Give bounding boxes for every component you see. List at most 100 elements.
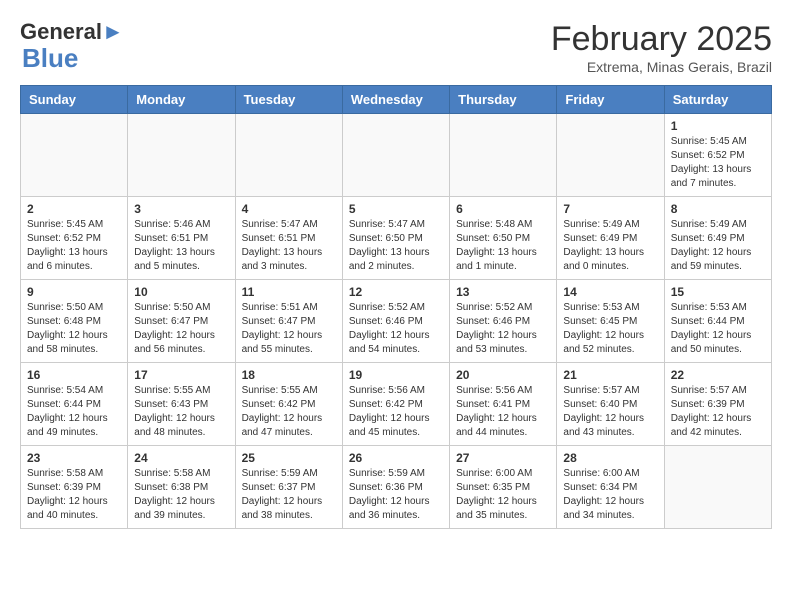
day-info: Sunrise: 5:45 AM Sunset: 6:52 PM Dayligh… — [671, 135, 765, 191]
day-info: Sunrise: 5:51 AM Sunset: 6:47 PM Dayligh… — [242, 301, 336, 357]
day-cell: 9 Sunrise: 5:50 AM Sunset: 6:48 PM Daylig… — [21, 280, 128, 363]
day-number: 25 — [242, 451, 336, 465]
header-tuesday: Tuesday — [235, 86, 342, 114]
week-row-1: 1 Sunrise: 5:45 AM Sunset: 6:52 PM Daylig… — [21, 114, 772, 197]
day-info: Sunrise: 5:56 AM Sunset: 6:42 PM Dayligh… — [349, 384, 443, 440]
logo-text: General► — [20, 20, 124, 44]
day-info: Sunrise: 5:52 AM Sunset: 6:46 PM Dayligh… — [349, 301, 443, 357]
day-number: 18 — [242, 368, 336, 382]
calendar-table: SundayMondayTuesdayWednesdayThursdayFrid… — [20, 85, 772, 529]
day-number: 1 — [671, 119, 765, 133]
day-number: 3 — [134, 202, 228, 216]
day-cell — [235, 114, 342, 197]
day-number: 21 — [563, 368, 657, 382]
day-cell: 4 Sunrise: 5:47 AM Sunset: 6:51 PM Daylig… — [235, 197, 342, 280]
week-row-3: 9 Sunrise: 5:50 AM Sunset: 6:48 PM Daylig… — [21, 280, 772, 363]
day-cell: 3 Sunrise: 5:46 AM Sunset: 6:51 PM Daylig… — [128, 197, 235, 280]
header-thursday: Thursday — [450, 86, 557, 114]
day-cell: 11 Sunrise: 5:51 AM Sunset: 6:47 PM Dayli… — [235, 280, 342, 363]
day-info: Sunrise: 5:58 AM Sunset: 6:38 PM Dayligh… — [134, 467, 228, 523]
day-info: Sunrise: 5:46 AM Sunset: 6:51 PM Dayligh… — [134, 218, 228, 274]
day-number: 20 — [456, 368, 550, 382]
day-info: Sunrise: 6:00 AM Sunset: 6:34 PM Dayligh… — [563, 467, 657, 523]
day-info: Sunrise: 5:50 AM Sunset: 6:47 PM Dayligh… — [134, 301, 228, 357]
day-cell — [664, 446, 771, 529]
header-wednesday: Wednesday — [342, 86, 449, 114]
week-row-5: 23 Sunrise: 5:58 AM Sunset: 6:39 PM Dayli… — [21, 446, 772, 529]
day-number: 9 — [27, 285, 121, 299]
day-info: Sunrise: 5:54 AM Sunset: 6:44 PM Dayligh… — [27, 384, 121, 440]
day-cell: 18 Sunrise: 5:55 AM Sunset: 6:42 PM Dayli… — [235, 363, 342, 446]
day-number: 5 — [349, 202, 443, 216]
day-cell: 20 Sunrise: 5:56 AM Sunset: 6:41 PM Dayli… — [450, 363, 557, 446]
day-cell: 17 Sunrise: 5:55 AM Sunset: 6:43 PM Dayli… — [128, 363, 235, 446]
page-header: General► Blue February 2025 Extrema, Min… — [20, 20, 772, 75]
day-number: 12 — [349, 285, 443, 299]
day-cell: 1 Sunrise: 5:45 AM Sunset: 6:52 PM Daylig… — [664, 114, 771, 197]
day-info: Sunrise: 5:49 AM Sunset: 6:49 PM Dayligh… — [671, 218, 765, 274]
day-info: Sunrise: 5:53 AM Sunset: 6:44 PM Dayligh… — [671, 301, 765, 357]
day-info: Sunrise: 5:55 AM Sunset: 6:42 PM Dayligh… — [242, 384, 336, 440]
day-info: Sunrise: 5:57 AM Sunset: 6:39 PM Dayligh… — [671, 384, 765, 440]
day-cell: 14Sunrise: 5:53 AM Sunset: 6:45 PM Dayli… — [557, 280, 664, 363]
day-cell: 24 Sunrise: 5:58 AM Sunset: 6:38 PM Dayli… — [128, 446, 235, 529]
day-cell: 21 Sunrise: 5:57 AM Sunset: 6:40 PM Dayli… — [557, 363, 664, 446]
day-cell: 13Sunrise: 5:52 AM Sunset: 6:46 PM Dayli… — [450, 280, 557, 363]
day-number: 24 — [134, 451, 228, 465]
day-info: Sunrise: 5:53 AM Sunset: 6:45 PM Dayligh… — [563, 301, 657, 357]
day-cell: 12 Sunrise: 5:52 AM Sunset: 6:46 PM Dayli… — [342, 280, 449, 363]
title-block: February 2025 Extrema, Minas Gerais, Bra… — [551, 20, 772, 75]
day-info: Sunrise: 5:48 AM Sunset: 6:50 PM Dayligh… — [456, 218, 550, 274]
calendar-header-row: SundayMondayTuesdayWednesdayThursdayFrid… — [21, 86, 772, 114]
day-cell — [342, 114, 449, 197]
day-cell — [450, 114, 557, 197]
day-cell — [21, 114, 128, 197]
day-number: 10 — [134, 285, 228, 299]
day-number: 8 — [671, 202, 765, 216]
day-info: Sunrise: 5:47 AM Sunset: 6:51 PM Dayligh… — [242, 218, 336, 274]
header-friday: Friday — [557, 86, 664, 114]
location: Extrema, Minas Gerais, Brazil — [551, 59, 772, 75]
logo: General► Blue — [20, 20, 124, 73]
day-number: 15 — [671, 285, 765, 299]
day-number: 13 — [456, 285, 550, 299]
day-info: Sunrise: 5:57 AM Sunset: 6:40 PM Dayligh… — [563, 384, 657, 440]
day-cell: 7Sunrise: 5:49 AM Sunset: 6:49 PM Daylig… — [557, 197, 664, 280]
day-info: Sunrise: 5:59 AM Sunset: 6:37 PM Dayligh… — [242, 467, 336, 523]
header-monday: Monday — [128, 86, 235, 114]
day-cell: 25 Sunrise: 5:59 AM Sunset: 6:37 PM Dayli… — [235, 446, 342, 529]
day-cell: 26Sunrise: 5:59 AM Sunset: 6:36 PM Dayli… — [342, 446, 449, 529]
day-cell: 27Sunrise: 6:00 AM Sunset: 6:35 PM Dayli… — [450, 446, 557, 529]
day-info: Sunrise: 5:56 AM Sunset: 6:41 PM Dayligh… — [456, 384, 550, 440]
day-cell — [557, 114, 664, 197]
day-cell: 8 Sunrise: 5:49 AM Sunset: 6:49 PM Daylig… — [664, 197, 771, 280]
day-cell: 23 Sunrise: 5:58 AM Sunset: 6:39 PM Dayli… — [21, 446, 128, 529]
day-info: Sunrise: 5:50 AM Sunset: 6:48 PM Dayligh… — [27, 301, 121, 357]
day-info: Sunrise: 5:59 AM Sunset: 6:36 PM Dayligh… — [349, 467, 443, 523]
day-cell — [128, 114, 235, 197]
day-cell: 10 Sunrise: 5:50 AM Sunset: 6:47 PM Dayli… — [128, 280, 235, 363]
week-row-4: 16Sunrise: 5:54 AM Sunset: 6:44 PM Dayli… — [21, 363, 772, 446]
day-cell: 28Sunrise: 6:00 AM Sunset: 6:34 PM Dayli… — [557, 446, 664, 529]
day-number: 7 — [563, 202, 657, 216]
day-number: 23 — [27, 451, 121, 465]
week-row-2: 2 Sunrise: 5:45 AM Sunset: 6:52 PM Daylig… — [21, 197, 772, 280]
day-info: Sunrise: 5:47 AM Sunset: 6:50 PM Dayligh… — [349, 218, 443, 274]
day-info: Sunrise: 5:55 AM Sunset: 6:43 PM Dayligh… — [134, 384, 228, 440]
header-saturday: Saturday — [664, 86, 771, 114]
day-cell: 15 Sunrise: 5:53 AM Sunset: 6:44 PM Dayli… — [664, 280, 771, 363]
day-number: 11 — [242, 285, 336, 299]
logo-subtext: Blue — [22, 44, 78, 73]
day-number: 19 — [349, 368, 443, 382]
day-cell: 6 Sunrise: 5:48 AM Sunset: 6:50 PM Daylig… — [450, 197, 557, 280]
day-number: 6 — [456, 202, 550, 216]
day-info: Sunrise: 6:00 AM Sunset: 6:35 PM Dayligh… — [456, 467, 550, 523]
day-number: 17 — [134, 368, 228, 382]
day-info: Sunrise: 5:58 AM Sunset: 6:39 PM Dayligh… — [27, 467, 121, 523]
day-cell: 5 Sunrise: 5:47 AM Sunset: 6:50 PM Daylig… — [342, 197, 449, 280]
day-cell: 19 Sunrise: 5:56 AM Sunset: 6:42 PM Dayli… — [342, 363, 449, 446]
month-year: February 2025 — [551, 20, 772, 59]
day-info: Sunrise: 5:45 AM Sunset: 6:52 PM Dayligh… — [27, 218, 121, 274]
day-number: 4 — [242, 202, 336, 216]
day-number: 2 — [27, 202, 121, 216]
